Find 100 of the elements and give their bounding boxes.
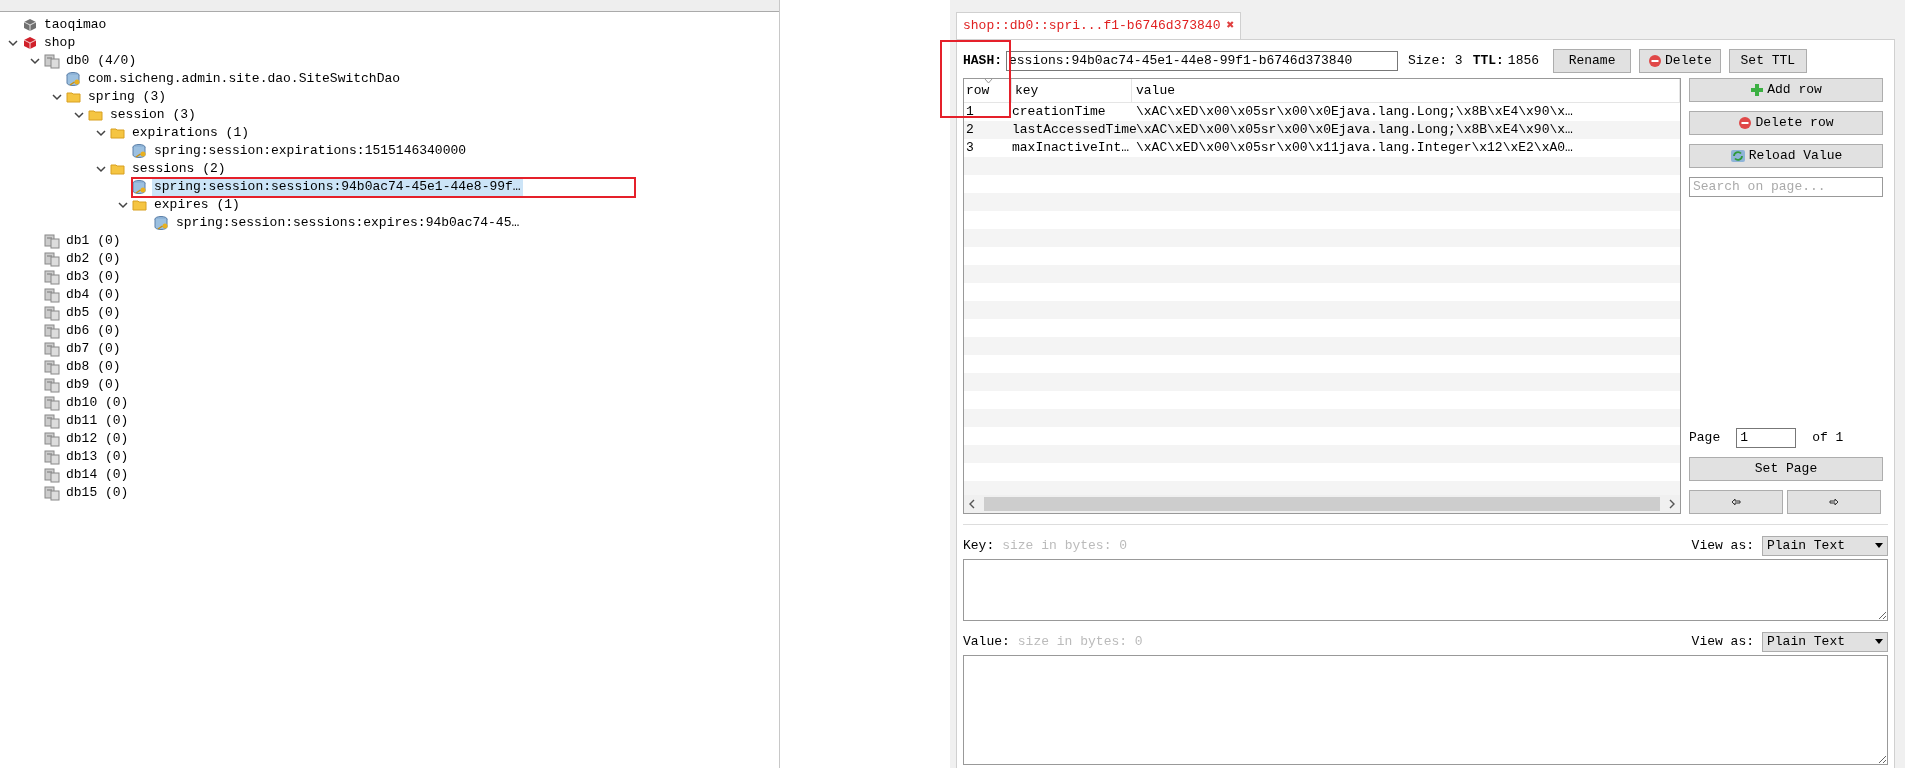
tree-item[interactable]: db14 (0) — [64, 466, 131, 484]
right-arrow-icon — [1829, 497, 1839, 506]
database-icon — [44, 287, 60, 303]
database-icon — [44, 233, 60, 249]
reload-button[interactable]: Reload Value — [1689, 143, 1883, 168]
database-icon — [44, 251, 60, 267]
key-icon — [132, 179, 148, 195]
database-icon — [44, 395, 60, 411]
size-hint: size in bytes: 0 — [1017, 632, 1143, 651]
add-row-button[interactable]: Add row — [1689, 77, 1883, 102]
page-label: Page — [1689, 428, 1721, 447]
tree-item[interactable]: db3 (0) — [64, 268, 123, 286]
set-ttl-button[interactable]: Set TTL — [1728, 48, 1807, 73]
folder-icon — [132, 197, 148, 213]
database-icon — [44, 449, 60, 465]
database-icon — [44, 341, 60, 357]
key-name-field[interactable]: essions:94b0ac74-45e1-44e8-99f1-b6746d373840 — [1006, 50, 1398, 71]
database-icon — [44, 377, 60, 393]
rename-button[interactable]: Rename — [1553, 48, 1632, 73]
minus-circle-icon — [1648, 53, 1663, 68]
database-icon — [44, 305, 60, 321]
tree-item[interactable]: expires (1) — [152, 196, 242, 214]
search-field[interactable]: Search on page... — [1689, 176, 1883, 197]
table-cell-text: maxInactiveInt… — [1012, 138, 1131, 157]
tree-item[interactable]: db5 (0) — [64, 304, 123, 322]
tree-item[interactable]: spring:session:expirations:1515146340000 — [152, 142, 469, 160]
ttl-label: TTL: — [1472, 51, 1504, 70]
tree-item[interactable]: db1 (0) — [64, 232, 123, 250]
page-count: of 1 — [1812, 428, 1844, 447]
tree-item[interactable]: taoqimao — [42, 16, 109, 34]
view-as-dropdown[interactable]: Plain Text — [1762, 535, 1888, 556]
chevron-icon[interactable] — [95, 127, 107, 139]
column-header[interactable]: value — [1132, 78, 1680, 102]
folder-icon — [66, 89, 82, 105]
tree-item[interactable]: shop — [42, 34, 78, 52]
column-header[interactable]: row — [964, 78, 1012, 102]
close-icon[interactable]: ✖ — [1226, 16, 1235, 36]
key-type-label: HASH: — [963, 51, 1002, 70]
table-cell-text: \xAC\xED\x00\x05sr\x00\x11java.lang.Integer\x12\xE2\xA0… — [1135, 138, 1574, 157]
scroll-left-icon — [968, 498, 976, 509]
left-arrow-icon — [1731, 497, 1741, 506]
chevron-icon[interactable] — [7, 37, 19, 49]
reload-icon — [1729, 148, 1746, 163]
tree-item[interactable]: spring:session:sessions:expires:94b0ac74-45… — [174, 214, 522, 232]
chevron-icon[interactable] — [73, 109, 85, 121]
folder-icon — [110, 161, 126, 177]
tree-item[interactable]: db7 (0) — [64, 340, 123, 358]
chevron-icon[interactable] — [29, 55, 41, 67]
database-icon — [44, 467, 60, 483]
tree-item[interactable]: db2 (0) — [64, 250, 123, 268]
tree-item[interactable]: db15 (0) — [64, 484, 131, 502]
tree-item[interactable]: db4 (0) — [64, 286, 123, 304]
table-cell-text: 3 — [965, 138, 975, 157]
table-cell-text: 2 — [965, 120, 975, 139]
tab[interactable]: shop::db0::spri...f1-b6746d373840 ✖ — [956, 12, 1242, 39]
tree-item[interactable]: spring (3) — [86, 88, 168, 106]
tree-item[interactable]: db6 (0) — [64, 322, 123, 340]
database-icon — [44, 269, 60, 285]
page-field[interactable]: 1 — [1736, 427, 1797, 448]
view-as-label: View as: — [1691, 632, 1754, 651]
tree-item[interactable]: db9 (0) — [64, 376, 123, 394]
minus-circle-icon — [1738, 115, 1753, 130]
caret-icon — [1875, 639, 1883, 644]
column-header[interactable]: key — [1012, 78, 1132, 102]
delete-button[interactable]: Delete — [1639, 48, 1721, 73]
database-icon — [44, 359, 60, 375]
field-label: Key: — [963, 536, 995, 555]
view-as-dropdown[interactable]: Plain Text — [1762, 631, 1888, 652]
tree-item[interactable]: sessions (2) — [130, 160, 228, 178]
scroll-right-icon — [1668, 498, 1676, 509]
tree-item[interactable]: db11 (0) — [64, 412, 131, 430]
tree-item[interactable]: db10 (0) — [64, 394, 131, 412]
table-cell-text: \xAC\xED\x00\x05sr\x00\x0Ejava.lang.Long;\x8B\xE4\x90\x… — [1135, 102, 1574, 121]
table-cell-text: creationTime — [1012, 102, 1107, 121]
tree-item[interactable]: session (3) — [108, 106, 198, 124]
tree-item[interactable]: com.sicheng.admin.site.dao.SiteSwitchDao — [86, 70, 403, 88]
tree-item[interactable]: db13 (0) — [64, 448, 131, 466]
chevron-icon[interactable] — [51, 91, 63, 103]
value-text-area[interactable] — [963, 654, 1888, 765]
view-as-label: View as: — [1691, 536, 1754, 555]
scrollbar-thumb[interactable] — [984, 496, 1660, 511]
tree-item[interactable]: db12 (0) — [64, 430, 131, 448]
database-icon — [44, 413, 60, 429]
size-text: Size: 3 — [1408, 51, 1463, 70]
tree-item[interactable]: db0 (4/0) — [64, 52, 139, 70]
key-text-area[interactable] — [963, 558, 1888, 621]
size-hint: size in bytes: 0 — [1002, 536, 1128, 555]
database-icon — [44, 323, 60, 339]
tree-item[interactable]: db8 (0) — [64, 358, 123, 376]
ttl-value: 1856 — [1507, 51, 1540, 70]
chevron-icon[interactable] — [117, 199, 129, 211]
database-icon — [44, 53, 60, 69]
key-icon — [66, 71, 82, 87]
folder-icon — [88, 107, 104, 123]
database-icon — [44, 431, 60, 447]
delete-row-button[interactable]: Delete row — [1689, 110, 1883, 135]
plus-icon — [1750, 82, 1765, 97]
set-page-button[interactable]: Set Page — [1689, 456, 1883, 481]
tree-item[interactable]: expirations (1) — [130, 124, 252, 142]
chevron-icon[interactable] — [95, 163, 107, 175]
